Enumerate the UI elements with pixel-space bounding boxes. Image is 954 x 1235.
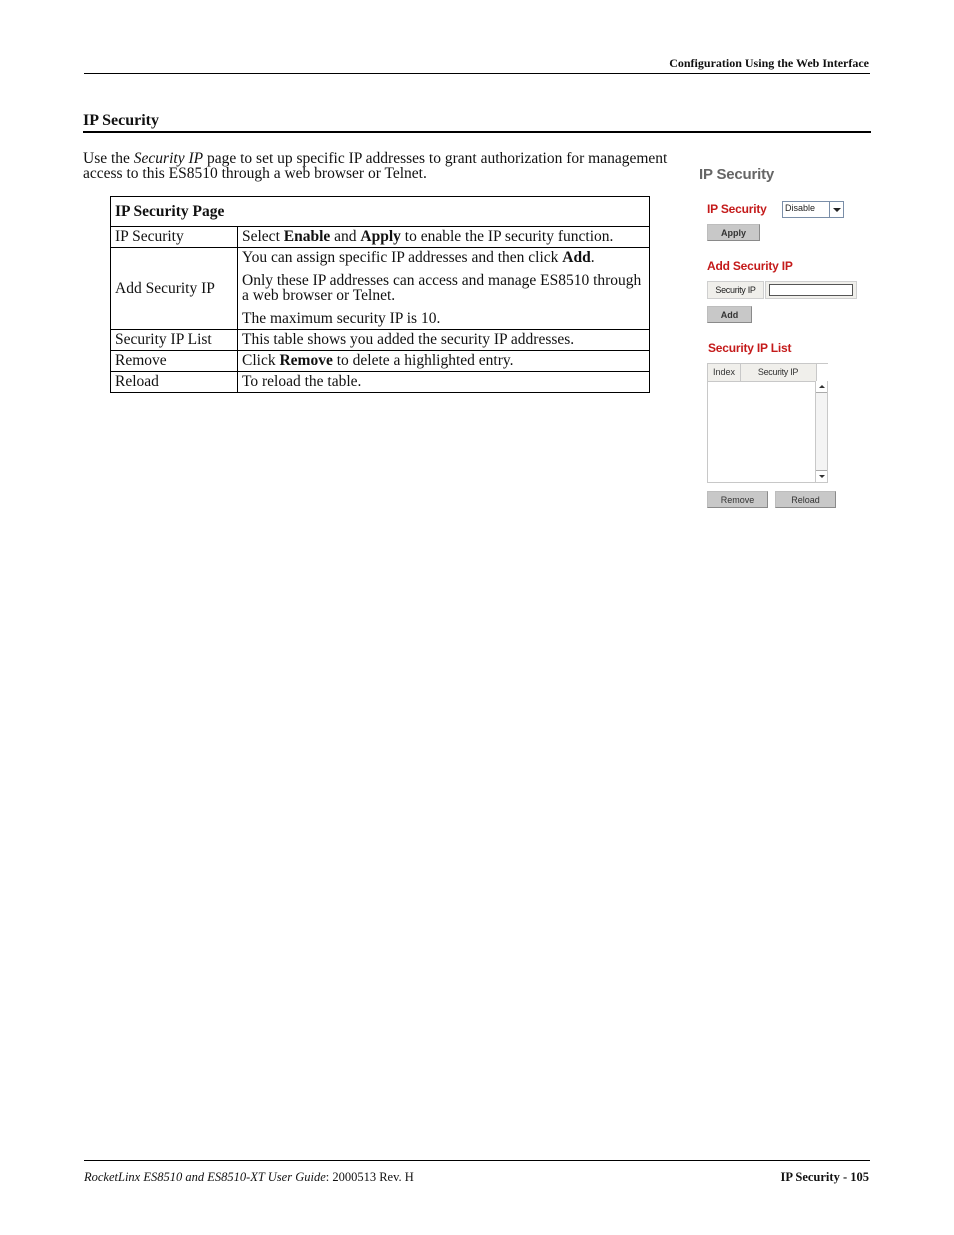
page-number: IP Security - 105: [780, 1170, 869, 1184]
table-row: Remove Click Remove to delete a highligh…: [110, 350, 650, 372]
row-description: This table shows you added the security …: [237, 329, 650, 351]
row-description: Select Enable and Apply to enable the IP…: [237, 226, 650, 248]
section-title: IP Security: [83, 112, 159, 129]
security-ip-list-label: Security IP List: [708, 341, 792, 355]
header-divider: [84, 73, 870, 74]
table-row: Security IP List This table shows you ad…: [110, 329, 650, 351]
security-ip-field-wrap: [765, 281, 857, 299]
security-ip-list[interactable]: Index Security IP: [707, 363, 828, 483]
header-corner: [816, 364, 828, 381]
desc-paragraph: The maximum security IP is 10.: [242, 310, 441, 327]
doc-number: : 2000513 Rev. H: [325, 1170, 414, 1184]
reload-button[interactable]: Reload: [775, 491, 836, 508]
table-heading: IP Security Page: [110, 196, 650, 227]
table-row: IP Security Select Enable and Apply to e…: [110, 226, 650, 248]
footer-guide-title: RocketLinx ES8510 and ES8510-XT User Gui…: [84, 1170, 414, 1185]
footer-divider: [84, 1160, 870, 1161]
guide-title: RocketLinx ES8510 and ES8510-XT User Gui…: [84, 1170, 326, 1184]
apply-button[interactable]: Apply: [707, 224, 760, 241]
ip-security-select[interactable]: Disable: [782, 201, 844, 218]
row-label: IP Security: [110, 226, 238, 248]
row-label: Add Security IP: [110, 247, 238, 330]
row-label: Security IP List: [110, 329, 238, 351]
section-divider: [83, 131, 871, 133]
table-row: Reload To reload the table.: [110, 371, 650, 393]
scroll-up-icon[interactable]: [816, 381, 827, 393]
row-label: Reload: [110, 371, 238, 393]
row-description: Click Remove to delete a highlighted ent…: [237, 350, 650, 372]
running-header: Configuration Using the Web Interface: [669, 56, 869, 70]
security-ip-input[interactable]: [769, 284, 853, 296]
ip-security-label: IP Security: [707, 202, 767, 216]
row-description: To reload the table.: [237, 371, 650, 393]
desc-paragraph: You can assign specific IP addresses and…: [242, 249, 595, 266]
table-header-row: IP Security Page: [110, 196, 650, 227]
column-header-security-ip[interactable]: Security IP: [741, 364, 815, 381]
remove-button[interactable]: Remove: [707, 491, 768, 508]
row-description: You can assign specific IP addresses and…: [237, 247, 650, 330]
desc-paragraph: Only these IP addresses can access and m…: [242, 272, 642, 304]
chevron-down-icon[interactable]: [829, 202, 843, 217]
security-ip-field-label: Security IP: [707, 281, 764, 299]
column-header-index[interactable]: Index: [708, 364, 741, 381]
row-label: Remove: [110, 350, 238, 372]
add-security-ip-label: Add Security IP: [707, 259, 793, 273]
intro-paragraph: Use the Security IP page to set up speci…: [83, 151, 683, 182]
select-value: Disable: [785, 203, 816, 213]
table-row: Add Security IP You can assign specific …: [110, 247, 650, 330]
ip-security-description-table: IP Security Page IP Security Select Enab…: [110, 196, 650, 393]
scroll-down-icon[interactable]: [816, 470, 827, 482]
list-header: Index Security IP: [708, 364, 816, 382]
add-button[interactable]: Add: [707, 306, 752, 323]
ui-page-title: IP Security: [699, 166, 775, 183]
list-scrollbar[interactable]: [815, 381, 827, 482]
